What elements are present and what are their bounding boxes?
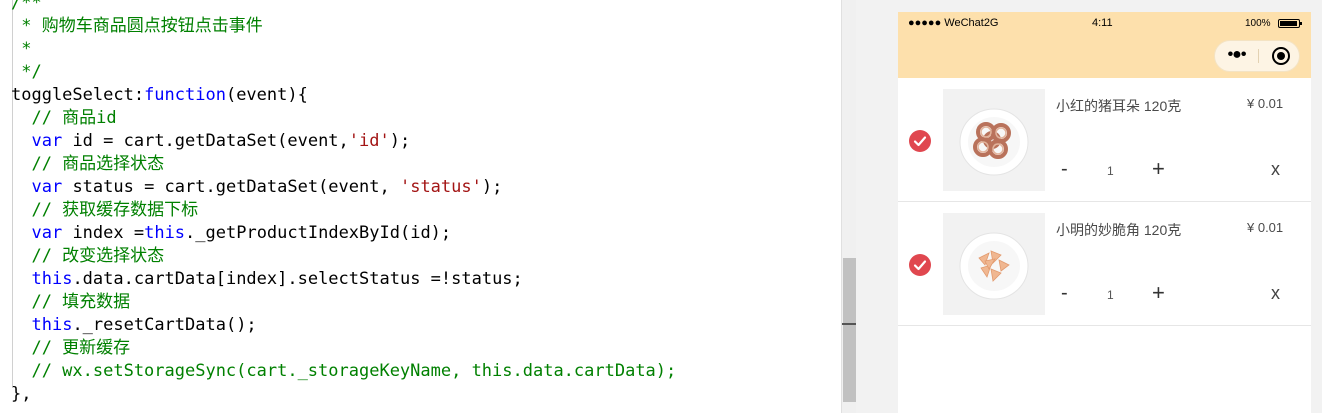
code-token: /** (11, 0, 42, 13)
code-token: // 更新缓存 (11, 338, 131, 358)
more-options-icon[interactable]: •●• (1215, 41, 1258, 71)
code-token: var (31, 177, 63, 197)
code-token: ); (481, 177, 503, 197)
remove-item-button[interactable]: x (1271, 159, 1280, 180)
code-line[interactable]: // 获取缓存数据下标 (11, 199, 676, 222)
battery-percent: 100% (1245, 18, 1271, 29)
code-line[interactable]: var index =this._getProductIndexById(id)… (11, 222, 676, 245)
code-token: // 商品选择状态 (11, 154, 165, 174)
cart-item: 小红的猪耳朵 120克 ¥ 0.01 - 1 + x (898, 78, 1311, 202)
code-token: .data.cartData[index].selectStatus =!sta… (72, 269, 523, 289)
quantity-value: 1 (1107, 164, 1114, 178)
code-line[interactable]: this._resetCartData(); (11, 314, 676, 337)
code-line[interactable]: var status = cart.getDataSet(event, 'sta… (11, 176, 676, 199)
scrollbar-thumb[interactable] (843, 258, 856, 402)
scrollbar-position-marker (842, 323, 857, 325)
code-token: // 获取缓存数据下标 (11, 200, 199, 220)
capsule-divider (1258, 49, 1259, 63)
code-token: this (31, 315, 73, 335)
product-image (943, 213, 1045, 315)
phone-simulator: ●●●●● WeChat2G 4:11 100% •●• 小红的猪耳朵 120克… (898, 12, 1311, 413)
code-token: ); (389, 131, 411, 151)
code-token: var (31, 131, 63, 151)
code-token: // 商品id (11, 108, 117, 128)
code-editor[interactable]: /** * 购物车商品圆点按钮点击事件 * */toggleSelect:fun… (0, 0, 841, 413)
increase-quantity-button[interactable]: + (1152, 280, 1165, 306)
code-line[interactable]: // 商品选择状态 (11, 153, 676, 176)
editor-vertical-scrollbar[interactable] (841, 0, 857, 413)
code-token: * 购物车商品圆点按钮点击事件 (11, 16, 263, 36)
decrease-quantity-button[interactable]: - (1061, 282, 1068, 305)
product-price: ¥ 0.01 (1247, 220, 1284, 235)
code-line[interactable]: this.data.cartData[index].selectStatus =… (11, 268, 676, 291)
code-token: this (144, 223, 186, 243)
code-token: toggleSelect: (11, 85, 145, 105)
code-line[interactable]: * (11, 38, 676, 61)
code-line[interactable]: // wx.setStorageSync(cart._storageKeyNam… (11, 360, 676, 383)
remove-item-button[interactable]: x (1271, 283, 1280, 304)
code-token: ._getProductIndexById(id); (185, 223, 452, 243)
code-line[interactable]: // 改变选择状态 (11, 245, 676, 268)
product-image (943, 89, 1045, 191)
code-token: function (144, 85, 226, 105)
status-time: 4:11 (1092, 17, 1113, 29)
code-token: (event){ (225, 85, 308, 105)
navigation-bar: ●●●●● WeChat2G 4:11 100% •●• (898, 12, 1311, 78)
code-token: // 填充数据 (11, 292, 131, 312)
code-token: id = cart.getDataSet(event, (62, 131, 349, 151)
code-token: }, (11, 384, 32, 404)
code-line[interactable]: // 更新缓存 (11, 337, 676, 360)
code-token: index = (62, 223, 145, 243)
close-miniprogram-icon[interactable] (1272, 47, 1290, 65)
code-line[interactable]: // 填充数据 (11, 291, 676, 314)
code-token: var (31, 223, 63, 243)
code-token: * (11, 39, 32, 59)
code-token: ._resetCartData(); (72, 315, 257, 335)
increase-quantity-button[interactable]: + (1152, 156, 1165, 182)
product-price: ¥ 0.01 (1247, 96, 1284, 111)
select-check-icon[interactable] (909, 254, 931, 276)
code-token: 'status' (399, 177, 482, 197)
code-token: // 改变选择状态 (11, 246, 165, 266)
code-line[interactable]: }, (11, 383, 676, 406)
product-name: 小红的猪耳朵 120克 (1056, 98, 1182, 114)
code-line[interactable]: toggleSelect:function(event){ (11, 84, 676, 107)
code-content[interactable]: /** * 购物车商品圆点按钮点击事件 * */toggleSelect:fun… (11, 0, 676, 406)
code-token: status = cart.getDataSet(event, (62, 177, 400, 197)
code-token: */ (11, 62, 42, 82)
code-token: // wx.setStorageSync(cart._storageKeyNam… (11, 361, 677, 381)
code-token: this (31, 269, 73, 289)
select-check-icon[interactable] (909, 130, 931, 152)
cart-item: 小明的妙脆角 120克 ¥ 0.01 - 1 + x (898, 202, 1311, 326)
carrier-label: ●●●●● WeChat2G (908, 17, 999, 29)
code-line[interactable]: */ (11, 61, 676, 84)
code-line[interactable]: * 购物车商品圆点按钮点击事件 (11, 15, 676, 38)
code-line[interactable]: // 商品id (11, 107, 676, 130)
quantity-value: 1 (1107, 288, 1114, 302)
code-line[interactable]: var id = cart.getDataSet(event,'id'); (11, 130, 676, 153)
code-token: 'id' (348, 131, 390, 151)
decrease-quantity-button[interactable]: - (1061, 158, 1068, 181)
code-line[interactable]: /** (11, 0, 676, 15)
battery-icon (1278, 19, 1302, 28)
product-name: 小明的妙脆角 120克 (1056, 222, 1182, 238)
menu-capsule: •●• (1214, 40, 1300, 72)
